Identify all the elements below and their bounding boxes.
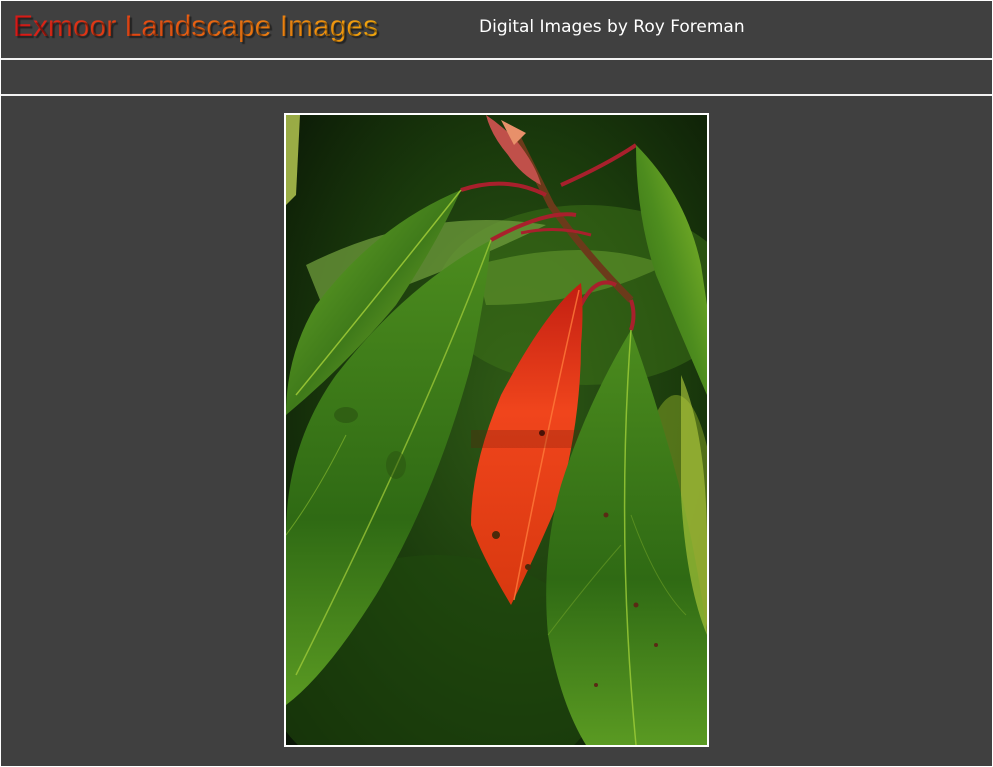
site-title[interactable]: Exmoor Landscape Images [13,9,378,45]
site-header: Exmoor Landscape Images Digital Images b… [1,1,992,58]
nav-bar [1,60,992,94]
photo-image [286,115,707,745]
header-divider-bottom [1,94,992,96]
page-frame: Exmoor Landscape Images Digital Images b… [1,1,992,766]
main-photo[interactable] [284,113,709,747]
site-subtitle: Digital Images by Roy Foreman [479,17,745,37]
